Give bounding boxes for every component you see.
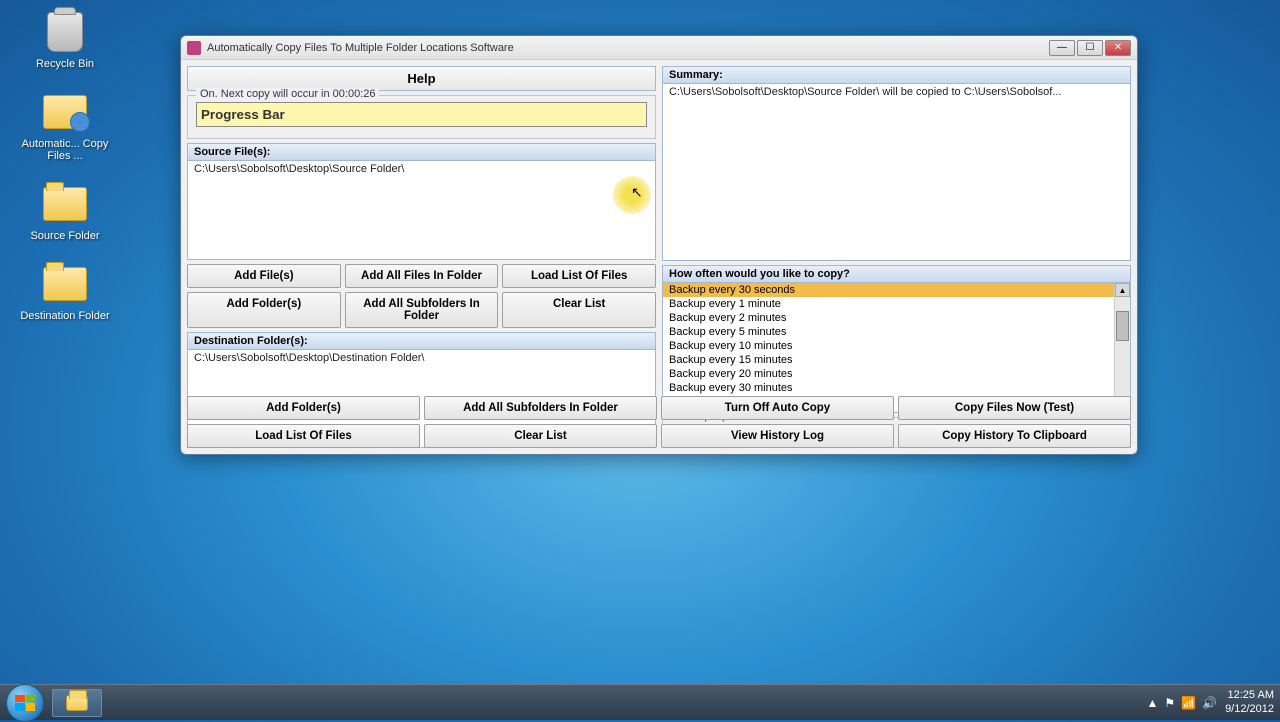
source-files-header: Source File(s): xyxy=(188,144,655,161)
bottom-button-view-history-log[interactable]: View History Log xyxy=(661,424,894,448)
summary-text: C:\Users\Sobolsoft\Desktop\Source Folder… xyxy=(663,84,1130,260)
desktop-icon-label: Automatic... Copy Files ... xyxy=(20,138,110,162)
desktop-icon-label: Recycle Bin xyxy=(36,58,94,70)
bottom-button-load-list-of-files[interactable]: Load List Of Files xyxy=(187,424,420,448)
maximize-button[interactable]: ☐ xyxy=(1077,40,1103,56)
frequency-list[interactable]: Backup every 30 secondsBackup every 1 mi… xyxy=(663,283,1130,412)
source-button-clear-list[interactable]: Clear List xyxy=(502,292,656,328)
titlebar[interactable]: Automatically Copy Files To Multiple Fol… xyxy=(181,36,1137,60)
source-button-add-all-subfolders-in-folder[interactable]: Add All Subfolders In Folder xyxy=(345,292,499,328)
frequency-option[interactable]: Backup every 5 minutes xyxy=(663,325,1114,339)
frequency-option[interactable]: Backup every 30 seconds xyxy=(663,283,1114,297)
frequency-box: How often would you like to copy? Backup… xyxy=(662,265,1131,413)
folder-icon xyxy=(43,267,87,301)
source-files-list[interactable]: Source File(s): C:\Users\Sobolsoft\Deskt… xyxy=(187,143,656,260)
bottom-button-copy-files-now-test[interactable]: Copy Files Now (Test) xyxy=(898,396,1131,420)
chevron-up-icon[interactable]: ▲ xyxy=(1147,696,1159,710)
taskbar-app-button[interactable] xyxy=(52,689,102,717)
source-button-load-list-of-files[interactable]: Load List Of Files xyxy=(502,264,656,288)
frequency-option[interactable]: Backup every 2 minutes xyxy=(663,311,1114,325)
source-button-add-all-files-in-folder[interactable]: Add All Files In Folder xyxy=(345,264,499,288)
sound-icon[interactable]: 🔊 xyxy=(1202,696,1217,710)
frequency-option[interactable]: Backup every 20 minutes xyxy=(663,367,1114,381)
app-window: Automatically Copy Files To Multiple Fol… xyxy=(180,35,1138,455)
scroll-thumb[interactable] xyxy=(1116,311,1129,341)
source-button-add-file-s[interactable]: Add File(s) xyxy=(187,264,341,288)
start-button[interactable] xyxy=(6,684,44,722)
destination-folder-icon[interactable]: Destination Folder xyxy=(20,260,110,322)
destination-header: Destination Folder(s): xyxy=(188,333,655,350)
summary-box: Summary: C:\Users\Sobolsoft\Desktop\Sour… xyxy=(662,66,1131,261)
source-files-item[interactable]: C:\Users\Sobolsoft\Desktop\Source Folder… xyxy=(188,161,655,259)
frequency-option[interactable]: Backup every 15 minutes xyxy=(663,353,1114,367)
bottom-button-copy-history-to-clipboard[interactable]: Copy History To Clipboard xyxy=(898,424,1131,448)
folder-icon xyxy=(66,695,88,711)
progress-bar-field[interactable] xyxy=(196,102,647,127)
frequency-option[interactable]: Backup every 10 minutes xyxy=(663,339,1114,353)
trash-icon xyxy=(47,12,83,52)
network-icon[interactable]: 📶 xyxy=(1181,696,1196,710)
folder-app-icon xyxy=(43,95,87,129)
app-icon xyxy=(187,41,201,55)
scroll-up-icon[interactable]: ▲ xyxy=(1115,283,1130,297)
bottom-button-add-folder-s[interactable]: Add Folder(s) xyxy=(187,396,420,420)
status-fieldset: On. Next copy will occur in 00:00:26 xyxy=(187,95,656,139)
source-folder-icon[interactable]: Source Folder xyxy=(20,180,110,242)
recycle-bin-icon[interactable]: Recycle Bin xyxy=(20,8,110,70)
desktop-icons: Recycle Bin Automatic... Copy Files ... … xyxy=(20,8,110,322)
frequency-header: How often would you like to copy? xyxy=(663,266,1130,283)
frequency-option[interactable]: Backup every 1 minute xyxy=(663,297,1114,311)
window-title: Automatically Copy Files To Multiple Fol… xyxy=(207,42,1049,54)
status-legend: On. Next copy will occur in 00:00:26 xyxy=(196,88,379,100)
scrollbar[interactable]: ▲ ▼ xyxy=(1114,283,1130,412)
frequency-option[interactable]: Backup every 30 minutes xyxy=(663,381,1114,395)
desktop-icon-label: Destination Folder xyxy=(20,310,109,322)
windows-logo-icon xyxy=(15,695,35,711)
system-tray[interactable]: ▲ ⚑ 📶 🔊 12:25 AM 9/12/2012 xyxy=(1147,689,1275,715)
minimize-button[interactable]: — xyxy=(1049,40,1075,56)
folder-icon xyxy=(43,187,87,221)
bottom-button-turn-off-auto-copy[interactable]: Turn Off Auto Copy xyxy=(661,396,894,420)
taskbar[interactable]: ▲ ⚑ 📶 🔊 12:25 AM 9/12/2012 xyxy=(0,684,1280,720)
cursor-icon: ↖ xyxy=(631,184,643,201)
source-button-add-folder-s[interactable]: Add Folder(s) xyxy=(187,292,341,328)
bottom-button-add-all-subfolders-in-folder[interactable]: Add All Subfolders In Folder xyxy=(424,396,657,420)
app-shortcut-icon[interactable]: Automatic... Copy Files ... xyxy=(20,88,110,162)
summary-header: Summary: xyxy=(663,67,1130,84)
bottom-button-clear-list[interactable]: Clear List xyxy=(424,424,657,448)
flag-icon[interactable]: ⚑ xyxy=(1164,696,1175,710)
desktop-icon-label: Source Folder xyxy=(30,230,99,242)
clock[interactable]: 12:25 AM 9/12/2012 xyxy=(1225,689,1274,715)
close-button[interactable]: ✕ xyxy=(1105,40,1131,56)
tray-icons[interactable]: ▲ ⚑ 📶 🔊 xyxy=(1147,696,1218,710)
